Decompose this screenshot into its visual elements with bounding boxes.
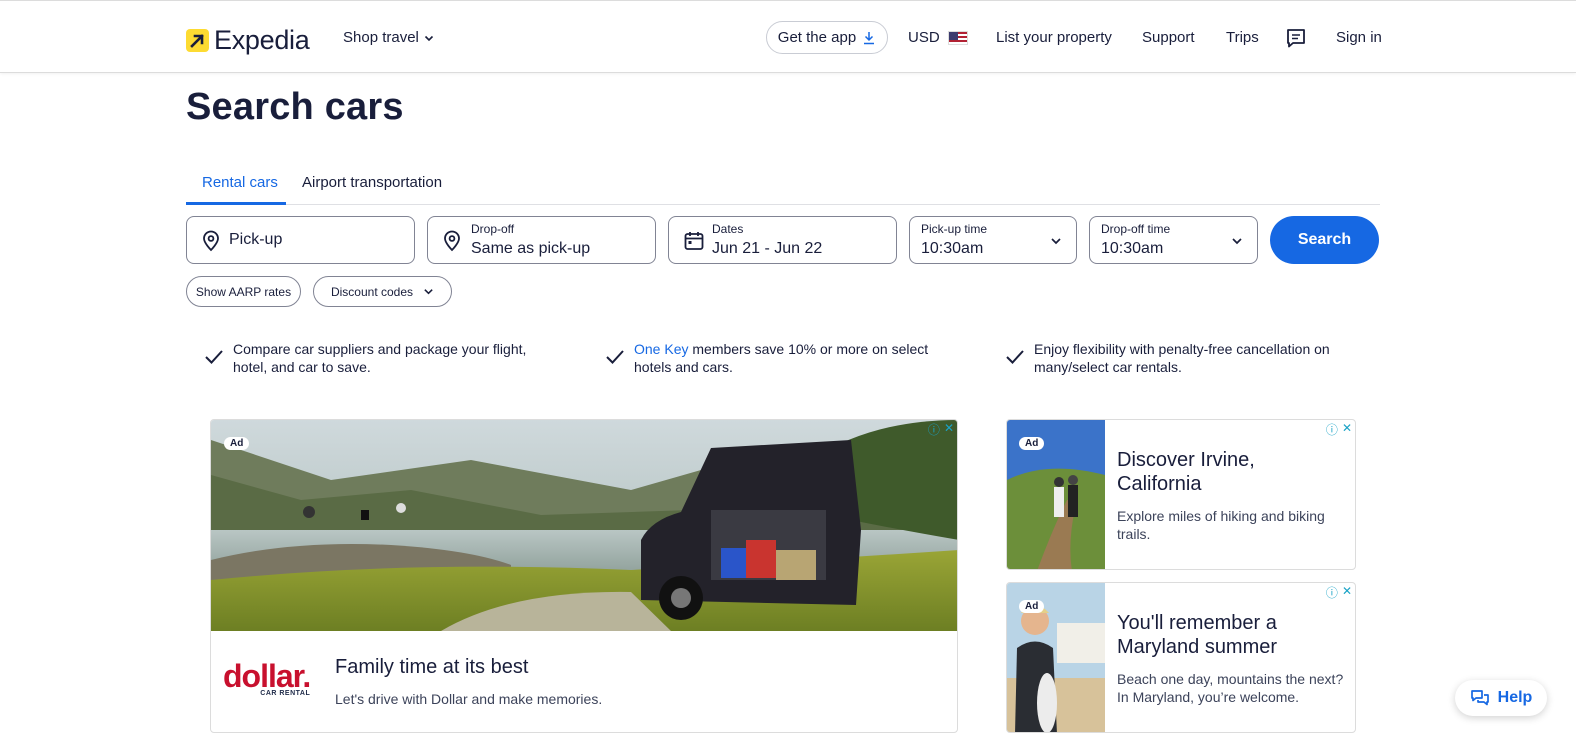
top-header: Expedia Shop travel Get the app USD List… (0, 0, 1576, 73)
currency-selector[interactable]: USD (908, 29, 968, 46)
aarp-label: Show AARP rates (195, 284, 292, 299)
discount-label: Discount codes (330, 284, 414, 299)
one-key-link[interactable]: One Key (634, 341, 688, 357)
pickup-time-value: 10:30am (921, 240, 984, 257)
close-icon[interactable]: ✕ (944, 421, 954, 438)
info-icon[interactable]: ⓘ (928, 421, 940, 438)
dollar-ad-banner[interactable]: Ad ⓘ ✕ dollar. CAR RENTAL Family time at … (210, 419, 958, 733)
list-property-link[interactable]: List your property (996, 29, 1112, 46)
download-icon (864, 31, 875, 44)
dates-field[interactable]: Dates Jun 21 - Jun 22 (668, 216, 897, 264)
logo-text: Expedia (214, 25, 310, 55)
checkmark-icon (606, 350, 624, 364)
close-icon[interactable]: ✕ (1342, 584, 1352, 601)
chevron-down-icon (424, 289, 433, 295)
dropoff-time-value: 10:30am (1101, 240, 1164, 257)
ad-subtext: Explore miles of hiking and biking trail… (1117, 508, 1325, 542)
dates-label: Dates (712, 222, 744, 236)
ad-subtext: Beach one day, mountains the next? In Ma… (1117, 671, 1344, 705)
us-flag-icon (947, 31, 968, 46)
calendar-icon (684, 232, 704, 250)
help-button[interactable]: Help (1455, 680, 1547, 716)
dropoff-value: Same as pick-up (471, 240, 591, 257)
shop-travel-label: Shop travel (343, 29, 419, 46)
irvine-ad[interactable]: Ad ⓘ ✕ Discover Irvine, California Explor… (1006, 419, 1356, 570)
support-link[interactable]: Support (1142, 29, 1195, 46)
checkmark-icon (1006, 350, 1024, 364)
ad-photo-lake-car (211, 420, 957, 631)
checkmark-icon (205, 350, 223, 364)
dropoff-label: Drop-off (471, 222, 515, 236)
sign-in-link[interactable]: Sign in (1336, 29, 1382, 46)
discount-codes-button[interactable]: Discount codes (313, 276, 452, 307)
ad-badge: Ad (1019, 600, 1045, 613)
dates-value: Jun 21 - Jun 22 (712, 240, 823, 257)
search-button[interactable]: Search (1270, 216, 1379, 264)
get-app-label: Get the app (777, 29, 857, 46)
pickup-placeholder: Pick-up (229, 231, 283, 248)
pickup-time-select[interactable]: Pick-up time 10:30am (909, 216, 1077, 264)
ad-headline: Discover Irvine, California (1117, 449, 1255, 495)
info-icon[interactable]: ⓘ (1326, 584, 1338, 601)
dollar-logo-word: dollar. (223, 658, 311, 694)
benefit-text: One Key members save 10% or more on sele… (634, 340, 954, 376)
maryland-ad[interactable]: Ad ⓘ ✕ You'll remember a Maryland summer … (1006, 582, 1356, 733)
dropoff-time-label: Drop-off time (1101, 222, 1171, 236)
benefit-text: Enjoy flexibility with penalty-free canc… (1034, 341, 1330, 375)
ad-choices[interactable]: ⓘ ✕ (928, 421, 954, 438)
ad-choices[interactable]: ⓘ ✕ (1326, 421, 1352, 438)
info-icon[interactable]: ⓘ (1326, 421, 1338, 438)
show-aarp-rates-button[interactable]: Show AARP rates (186, 276, 301, 307)
search-tabs: Rental cars Airport transportation (186, 166, 1380, 205)
tab-rental-cars[interactable]: Rental cars (202, 174, 278, 191)
benefit-text: Compare car suppliers and package your f… (233, 341, 527, 375)
chat-bubbles-icon (1470, 690, 1489, 706)
location-pin-icon (444, 230, 460, 252)
dollar-logo: dollar. CAR RENTAL (223, 658, 311, 697)
active-tab-indicator (186, 202, 286, 205)
dropoff-time-select[interactable]: Drop-off time 10:30am (1089, 216, 1258, 264)
expedia-logo[interactable]: Expedia (186, 25, 310, 56)
get-the-app-button[interactable]: Get the app (766, 21, 888, 54)
pickup-time-label: Pick-up time (921, 222, 988, 236)
location-pin-icon (203, 230, 219, 252)
ad-subtext: Let's drive with Dollar and make memorie… (335, 691, 603, 707)
help-label: Help (1497, 689, 1533, 706)
ad-badge: Ad (224, 437, 250, 450)
tab-airport-transportation[interactable]: Airport transportation (302, 174, 442, 191)
page-title: Search cars (186, 86, 404, 128)
ad-headline: Family time at its best (335, 656, 529, 678)
close-icon[interactable]: ✕ (1342, 421, 1352, 438)
chevron-down-icon (1051, 238, 1061, 245)
chevron-down-icon (424, 35, 433, 41)
shop-travel-menu[interactable]: Shop travel (343, 29, 435, 46)
chevron-down-icon (1232, 238, 1242, 245)
dropoff-field[interactable]: Drop-off Same as pick-up (427, 216, 656, 264)
trips-link[interactable]: Trips (1226, 29, 1259, 46)
ad-choices[interactable]: ⓘ ✕ (1326, 584, 1352, 601)
currency-label: USD (908, 29, 940, 46)
messages-icon[interactable] (1285, 27, 1307, 54)
ad-headline: You'll remember a Maryland summer (1117, 612, 1278, 658)
ad-badge: Ad (1019, 437, 1045, 450)
pickup-field[interactable]: Pick-up (186, 216, 415, 264)
logo-arrow-icon (186, 29, 209, 52)
